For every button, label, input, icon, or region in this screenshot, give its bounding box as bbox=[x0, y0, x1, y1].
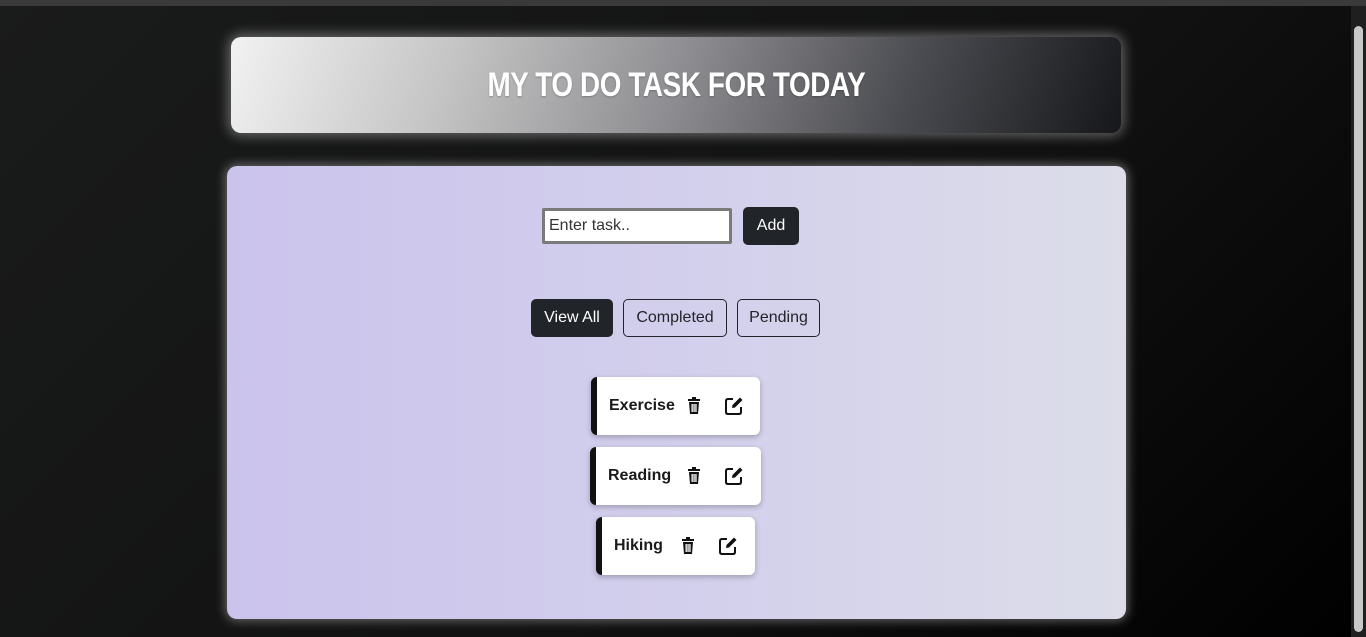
task-item-exercise: Exercise bbox=[591, 377, 760, 435]
edit-icon[interactable] bbox=[718, 536, 738, 556]
task-name: Hiking bbox=[614, 537, 663, 554]
page-header: My To Do Task for Today bbox=[231, 37, 1121, 133]
browser-top-strip bbox=[0, 0, 1366, 6]
edit-icon[interactable] bbox=[724, 396, 744, 416]
edit-icon[interactable] bbox=[724, 466, 744, 486]
filter-view-all-button[interactable]: View All bbox=[531, 299, 613, 337]
todo-card: Add View All Completed Pending Exercise … bbox=[227, 166, 1126, 619]
filter-pending-button[interactable]: Pending bbox=[737, 299, 820, 337]
task-name: Exercise bbox=[609, 397, 675, 414]
filter-completed-button[interactable]: Completed bbox=[623, 299, 727, 337]
task-item-reading: Reading bbox=[590, 447, 761, 505]
task-name: Reading bbox=[608, 467, 672, 484]
scrollbar[interactable] bbox=[1351, 6, 1366, 637]
trash-icon[interactable] bbox=[684, 466, 704, 486]
scrollbar-thumb[interactable] bbox=[1354, 26, 1363, 632]
page-title: My To Do Task for Today bbox=[487, 65, 865, 104]
trash-icon[interactable] bbox=[684, 396, 704, 416]
task-input[interactable] bbox=[542, 208, 732, 244]
add-button[interactable]: Add bbox=[743, 207, 799, 245]
task-item-hiking: Hiking bbox=[596, 517, 755, 575]
trash-icon[interactable] bbox=[678, 536, 698, 556]
